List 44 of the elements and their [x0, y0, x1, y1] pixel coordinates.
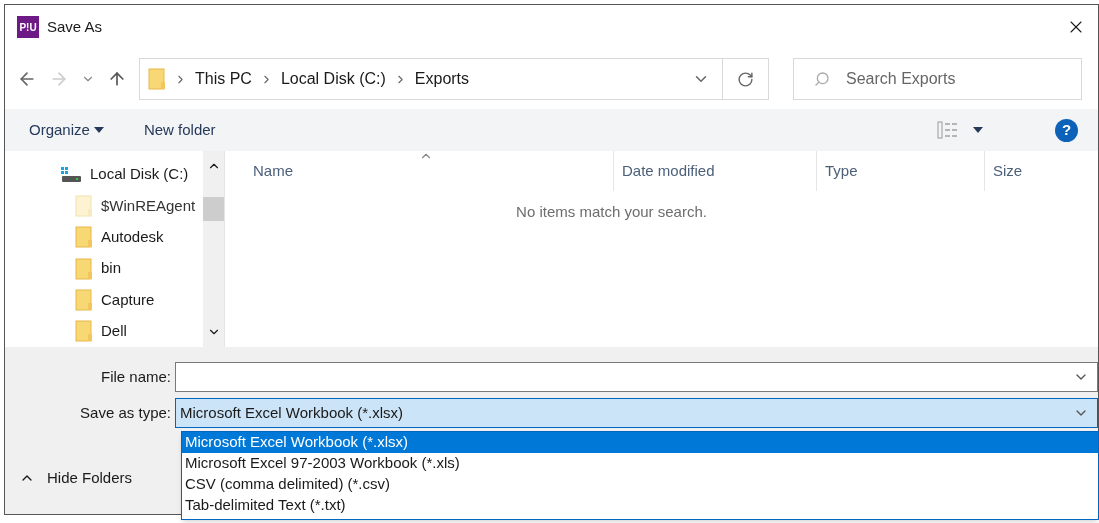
- field-label: File name:: [99, 366, 172, 387]
- folder-icon: [75, 288, 93, 311]
- search-field[interactable]: Search Exports: [793, 58, 1082, 100]
- folder-icon: [75, 320, 93, 343]
- breadcrumb[interactable]: This PC: [195, 67, 252, 91]
- column-header[interactable]: Type: [816, 151, 984, 191]
- hide-folders-button[interactable]: Hide Folders: [19, 467, 133, 490]
- caret-icon: [93, 127, 104, 133]
- folder-icon: [148, 68, 166, 90]
- folder-icon: [75, 257, 93, 280]
- empty-message: No items match your search.: [516, 202, 707, 222]
- breadcrumb[interactable]: Exports: [414, 67, 470, 91]
- address-bar[interactable]: This PC Local Disk (C:) Exports: [139, 58, 769, 100]
- breadcrumb[interactable]: Local Disk (C:): [280, 67, 386, 91]
- sidebar-item[interactable]: Local Disk (C:): [5, 159, 203, 191]
- column-header[interactable]: Date modified: [613, 151, 816, 191]
- scrollbar[interactable]: [203, 151, 224, 347]
- window-title: Save As: [47, 16, 103, 37]
- search-icon: [814, 71, 830, 87]
- dropdown-option[interactable]: CSV (comma delimited) (*.csv): [182, 474, 1098, 495]
- sidebar-item[interactable]: Capture: [5, 284, 203, 316]
- column-header[interactable]: Name: [225, 151, 613, 191]
- dropdown-option[interactable]: Microsoft Excel 97-2003 Workbook (*.xls): [182, 453, 1098, 474]
- help-icon[interactable]: ?: [1055, 118, 1078, 142]
- view-options-button[interactable]: [937, 120, 983, 140]
- save-as-type-dropdown[interactable]: Microsoft Excel Workbook (*.xlsx): [175, 398, 1098, 428]
- sidebar-item[interactable]: Autodesk: [5, 221, 203, 253]
- column-header[interactable]: Size: [984, 151, 1098, 191]
- dropdown-option[interactable]: Microsoft Excel Workbook (*.xlsx): [182, 432, 1098, 453]
- dropdown-option[interactable]: Tab-delimited Text (*.txt): [182, 495, 1098, 516]
- file-name-field[interactable]: [175, 362, 1098, 392]
- sidebar-item[interactable]: Dell: [5, 315, 203, 347]
- drive-icon: [60, 165, 82, 184]
- organize-button[interactable]: Organize: [29, 118, 104, 142]
- field-label: Save as type:: [79, 402, 172, 423]
- caret-icon: [973, 127, 983, 133]
- sidebar-item[interactable]: bin: [5, 253, 203, 285]
- folder-icon: [75, 226, 93, 249]
- sidebar-item[interactable]: $WinREAgent: [5, 190, 203, 222]
- app-icon: P!U: [17, 16, 39, 38]
- folder-icon: [75, 195, 93, 217]
- scroll-thumb[interactable]: [203, 197, 224, 221]
- refresh-icon: [737, 70, 754, 88]
- new-folder-button[interactable]: New folder: [143, 118, 216, 142]
